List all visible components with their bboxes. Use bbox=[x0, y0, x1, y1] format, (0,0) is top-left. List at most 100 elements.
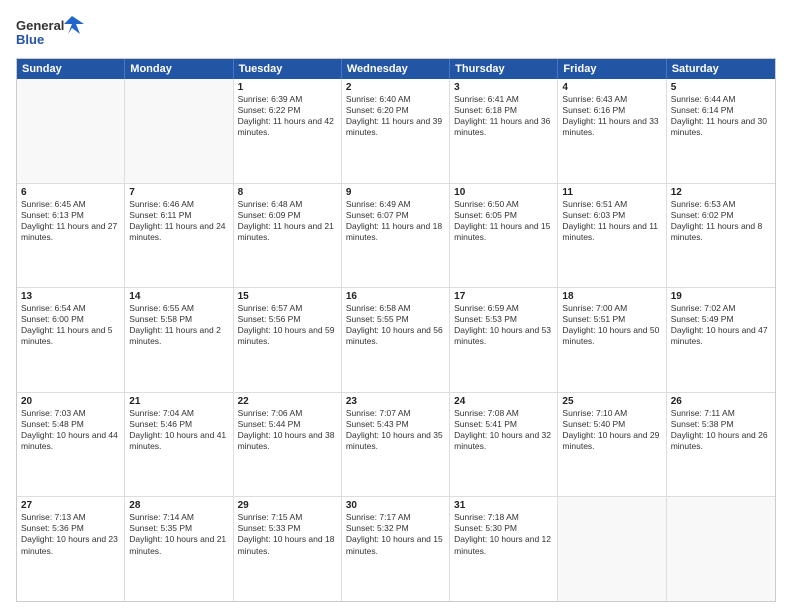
header-day-thursday: Thursday bbox=[450, 59, 558, 79]
day-info: Sunrise: 6:55 AM Sunset: 5:58 PM Dayligh… bbox=[129, 303, 228, 347]
day-number: 24 bbox=[454, 396, 553, 407]
day-info: Sunrise: 7:04 AM Sunset: 5:46 PM Dayligh… bbox=[129, 408, 228, 452]
day-cell-19: 19Sunrise: 7:02 AM Sunset: 5:49 PM Dayli… bbox=[667, 288, 775, 392]
day-info: Sunrise: 7:13 AM Sunset: 5:36 PM Dayligh… bbox=[21, 512, 120, 556]
svg-text:General: General bbox=[16, 18, 64, 33]
day-cell-15: 15Sunrise: 6:57 AM Sunset: 5:56 PM Dayli… bbox=[234, 288, 342, 392]
day-cell-13: 13Sunrise: 6:54 AM Sunset: 6:00 PM Dayli… bbox=[17, 288, 125, 392]
calendar-row-4: 27Sunrise: 7:13 AM Sunset: 5:36 PM Dayli… bbox=[17, 496, 775, 601]
day-cell-18: 18Sunrise: 7:00 AM Sunset: 5:51 PM Dayli… bbox=[558, 288, 666, 392]
day-cell-29: 29Sunrise: 7:15 AM Sunset: 5:33 PM Dayli… bbox=[234, 497, 342, 601]
day-cell-12: 12Sunrise: 6:53 AM Sunset: 6:02 PM Dayli… bbox=[667, 184, 775, 288]
day-cell-22: 22Sunrise: 7:06 AM Sunset: 5:44 PM Dayli… bbox=[234, 393, 342, 497]
calendar-row-0: 1Sunrise: 6:39 AM Sunset: 6:22 PM Daylig… bbox=[17, 79, 775, 183]
day-info: Sunrise: 7:00 AM Sunset: 5:51 PM Dayligh… bbox=[562, 303, 661, 347]
empty-cell-0-1 bbox=[125, 79, 233, 183]
day-info: Sunrise: 6:45 AM Sunset: 6:13 PM Dayligh… bbox=[21, 199, 120, 243]
day-number: 29 bbox=[238, 500, 337, 511]
day-info: Sunrise: 7:15 AM Sunset: 5:33 PM Dayligh… bbox=[238, 512, 337, 556]
day-number: 13 bbox=[21, 291, 120, 302]
day-info: Sunrise: 6:49 AM Sunset: 6:07 PM Dayligh… bbox=[346, 199, 445, 243]
day-number: 2 bbox=[346, 82, 445, 93]
day-number: 14 bbox=[129, 291, 228, 302]
day-number: 20 bbox=[21, 396, 120, 407]
day-number: 18 bbox=[562, 291, 661, 302]
day-number: 23 bbox=[346, 396, 445, 407]
day-number: 1 bbox=[238, 82, 337, 93]
day-info: Sunrise: 6:40 AM Sunset: 6:20 PM Dayligh… bbox=[346, 94, 445, 138]
day-cell-9: 9Sunrise: 6:49 AM Sunset: 6:07 PM Daylig… bbox=[342, 184, 450, 288]
day-cell-31: 31Sunrise: 7:18 AM Sunset: 5:30 PM Dayli… bbox=[450, 497, 558, 601]
day-cell-23: 23Sunrise: 7:07 AM Sunset: 5:43 PM Dayli… bbox=[342, 393, 450, 497]
day-number: 26 bbox=[671, 396, 771, 407]
calendar-row-3: 20Sunrise: 7:03 AM Sunset: 5:48 PM Dayli… bbox=[17, 392, 775, 497]
day-info: Sunrise: 6:53 AM Sunset: 6:02 PM Dayligh… bbox=[671, 199, 771, 243]
day-number: 31 bbox=[454, 500, 553, 511]
day-info: Sunrise: 7:18 AM Sunset: 5:30 PM Dayligh… bbox=[454, 512, 553, 556]
day-info: Sunrise: 7:08 AM Sunset: 5:41 PM Dayligh… bbox=[454, 408, 553, 452]
day-info: Sunrise: 6:48 AM Sunset: 6:09 PM Dayligh… bbox=[238, 199, 337, 243]
day-info: Sunrise: 7:02 AM Sunset: 5:49 PM Dayligh… bbox=[671, 303, 771, 347]
day-cell-28: 28Sunrise: 7:14 AM Sunset: 5:35 PM Dayli… bbox=[125, 497, 233, 601]
day-info: Sunrise: 6:44 AM Sunset: 6:14 PM Dayligh… bbox=[671, 94, 771, 138]
svg-text:Blue: Blue bbox=[16, 32, 44, 47]
day-cell-5: 5Sunrise: 6:44 AM Sunset: 6:14 PM Daylig… bbox=[667, 79, 775, 183]
day-info: Sunrise: 7:10 AM Sunset: 5:40 PM Dayligh… bbox=[562, 408, 661, 452]
day-info: Sunrise: 7:17 AM Sunset: 5:32 PM Dayligh… bbox=[346, 512, 445, 556]
day-info: Sunrise: 6:54 AM Sunset: 6:00 PM Dayligh… bbox=[21, 303, 120, 347]
logo-svg: General Blue bbox=[16, 14, 86, 50]
day-number: 21 bbox=[129, 396, 228, 407]
day-cell-16: 16Sunrise: 6:58 AM Sunset: 5:55 PM Dayli… bbox=[342, 288, 450, 392]
day-cell-11: 11Sunrise: 6:51 AM Sunset: 6:03 PM Dayli… bbox=[558, 184, 666, 288]
day-info: Sunrise: 7:11 AM Sunset: 5:38 PM Dayligh… bbox=[671, 408, 771, 452]
day-info: Sunrise: 6:59 AM Sunset: 5:53 PM Dayligh… bbox=[454, 303, 553, 347]
empty-cell-4-6 bbox=[667, 497, 775, 601]
header-day-saturday: Saturday bbox=[667, 59, 775, 79]
day-number: 11 bbox=[562, 187, 661, 198]
logo: General Blue bbox=[16, 14, 86, 50]
day-number: 4 bbox=[562, 82, 661, 93]
day-cell-24: 24Sunrise: 7:08 AM Sunset: 5:41 PM Dayli… bbox=[450, 393, 558, 497]
empty-cell-0-0 bbox=[17, 79, 125, 183]
day-number: 15 bbox=[238, 291, 337, 302]
day-number: 16 bbox=[346, 291, 445, 302]
day-cell-21: 21Sunrise: 7:04 AM Sunset: 5:46 PM Dayli… bbox=[125, 393, 233, 497]
day-cell-4: 4Sunrise: 6:43 AM Sunset: 6:16 PM Daylig… bbox=[558, 79, 666, 183]
day-cell-3: 3Sunrise: 6:41 AM Sunset: 6:18 PM Daylig… bbox=[450, 79, 558, 183]
day-number: 25 bbox=[562, 396, 661, 407]
calendar-body: 1Sunrise: 6:39 AM Sunset: 6:22 PM Daylig… bbox=[17, 79, 775, 601]
day-info: Sunrise: 6:39 AM Sunset: 6:22 PM Dayligh… bbox=[238, 94, 337, 138]
day-info: Sunrise: 6:58 AM Sunset: 5:55 PM Dayligh… bbox=[346, 303, 445, 347]
day-cell-1: 1Sunrise: 6:39 AM Sunset: 6:22 PM Daylig… bbox=[234, 79, 342, 183]
day-number: 28 bbox=[129, 500, 228, 511]
day-cell-7: 7Sunrise: 6:46 AM Sunset: 6:11 PM Daylig… bbox=[125, 184, 233, 288]
day-cell-17: 17Sunrise: 6:59 AM Sunset: 5:53 PM Dayli… bbox=[450, 288, 558, 392]
day-number: 27 bbox=[21, 500, 120, 511]
page: General Blue SundayMondayTuesdayWednesda… bbox=[0, 0, 792, 612]
calendar-row-1: 6Sunrise: 6:45 AM Sunset: 6:13 PM Daylig… bbox=[17, 183, 775, 288]
day-cell-20: 20Sunrise: 7:03 AM Sunset: 5:48 PM Dayli… bbox=[17, 393, 125, 497]
day-cell-25: 25Sunrise: 7:10 AM Sunset: 5:40 PM Dayli… bbox=[558, 393, 666, 497]
day-number: 10 bbox=[454, 187, 553, 198]
day-number: 9 bbox=[346, 187, 445, 198]
day-number: 7 bbox=[129, 187, 228, 198]
day-cell-6: 6Sunrise: 6:45 AM Sunset: 6:13 PM Daylig… bbox=[17, 184, 125, 288]
header-day-wednesday: Wednesday bbox=[342, 59, 450, 79]
day-cell-14: 14Sunrise: 6:55 AM Sunset: 5:58 PM Dayli… bbox=[125, 288, 233, 392]
header-day-sunday: Sunday bbox=[17, 59, 125, 79]
calendar-header: SundayMondayTuesdayWednesdayThursdayFrid… bbox=[17, 59, 775, 79]
day-number: 3 bbox=[454, 82, 553, 93]
day-cell-27: 27Sunrise: 7:13 AM Sunset: 5:36 PM Dayli… bbox=[17, 497, 125, 601]
day-cell-30: 30Sunrise: 7:17 AM Sunset: 5:32 PM Dayli… bbox=[342, 497, 450, 601]
header-day-tuesday: Tuesday bbox=[234, 59, 342, 79]
day-info: Sunrise: 6:46 AM Sunset: 6:11 PM Dayligh… bbox=[129, 199, 228, 243]
day-info: Sunrise: 6:41 AM Sunset: 6:18 PM Dayligh… bbox=[454, 94, 553, 138]
header: General Blue bbox=[16, 14, 776, 50]
day-number: 19 bbox=[671, 291, 771, 302]
day-cell-8: 8Sunrise: 6:48 AM Sunset: 6:09 PM Daylig… bbox=[234, 184, 342, 288]
calendar-row-2: 13Sunrise: 6:54 AM Sunset: 6:00 PM Dayli… bbox=[17, 287, 775, 392]
day-number: 12 bbox=[671, 187, 771, 198]
day-info: Sunrise: 7:07 AM Sunset: 5:43 PM Dayligh… bbox=[346, 408, 445, 452]
day-cell-2: 2Sunrise: 6:40 AM Sunset: 6:20 PM Daylig… bbox=[342, 79, 450, 183]
day-cell-10: 10Sunrise: 6:50 AM Sunset: 6:05 PM Dayli… bbox=[450, 184, 558, 288]
